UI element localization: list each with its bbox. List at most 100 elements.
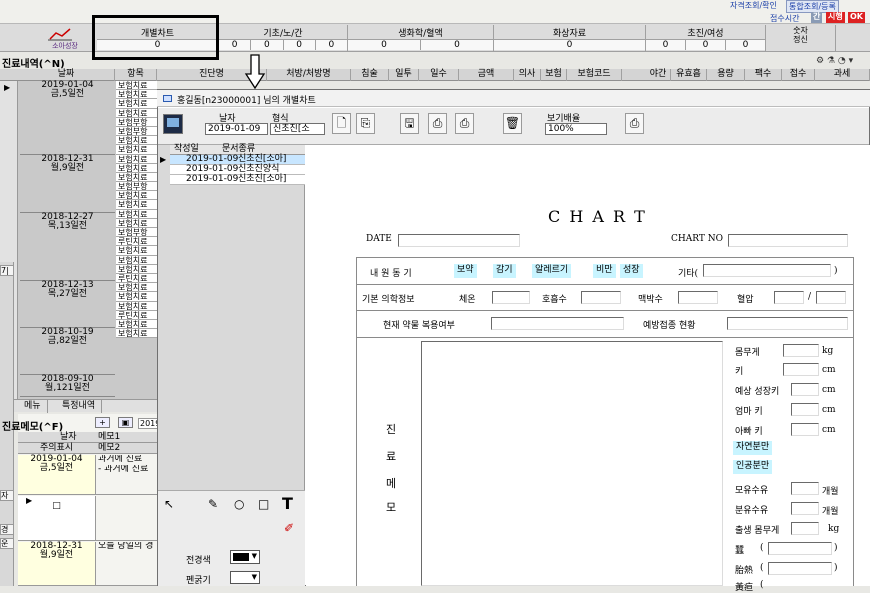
record-item[interactable]: 보험치료 — [116, 246, 157, 256]
cesarean-birth-chip[interactable]: 인공분만 — [733, 460, 773, 474]
edge-label[interactable]: 경 — [0, 524, 14, 535]
print-settings-icon[interactable]: ⎙ — [625, 113, 644, 134]
record-date-group[interactable]: 2018-12-13 목,27일전 — [20, 281, 115, 328]
r1-field[interactable] — [768, 542, 832, 555]
record-item[interactable]: 보험치료 — [116, 264, 157, 274]
records-toolbar-icons[interactable]: ⚙ ⚗ ◔ ▾ — [816, 56, 853, 66]
record-item[interactable]: 보험치료 — [116, 90, 157, 100]
new-document-icon[interactable]: 🗋 — [332, 113, 351, 134]
col-prescription[interactable]: 처방/처방명 — [267, 69, 351, 81]
col-packs[interactable]: 팩수 — [745, 69, 782, 81]
chip-cold[interactable]: 감기 — [493, 264, 516, 278]
col-amount[interactable]: 금액 — [459, 69, 514, 81]
mother-height-field[interactable] — [791, 403, 819, 416]
memo-row[interactable]: 2019-01-04 금,5일전 과거에 진료 - 과거에 진료 — [18, 455, 158, 495]
edge-label[interactable]: 운 — [0, 538, 14, 549]
record-item[interactable]: 보험부항 — [116, 182, 157, 192]
tab-firstvisit[interactable]: 초진/여성 0 0 0 — [646, 25, 766, 51]
date-select[interactable]: 2019-01-09 — [205, 123, 268, 135]
breastfeed-field[interactable] — [791, 482, 819, 495]
col-reception[interactable]: 접수 — [782, 69, 815, 81]
text-tool-icon[interactable]: T — [282, 494, 293, 513]
record-items-column[interactable]: 보험치료 보험치료 보험치료 보험치료 보험부항 보험부항 보험치료 보험치료 … — [116, 81, 157, 339]
record-item[interactable]: 보험치료 — [116, 172, 157, 183]
chart-window-titlebar[interactable]: 홍길동[n23000001] 님의 개별차트 — [157, 90, 870, 107]
record-item[interactable]: 루틴치료 — [116, 273, 157, 284]
col-acupuncture[interactable]: 침술 — [351, 69, 389, 81]
tab-images[interactable]: 화상자료 0 — [494, 25, 646, 51]
record-item[interactable]: 보험치료 — [116, 292, 157, 302]
record-item[interactable]: 루틴치료 — [116, 237, 157, 247]
tab-specific-records[interactable]: 특정내역 — [56, 400, 103, 413]
record-item[interactable]: 보험부항 — [116, 117, 157, 127]
record-item[interactable]: 보험치료 — [116, 255, 157, 265]
bp-systolic-field[interactable] — [774, 291, 804, 304]
col-valid[interactable]: 유효흡 — [671, 69, 707, 81]
record-item[interactable]: 보험치료 — [116, 319, 157, 330]
record-item[interactable]: 보험치료 — [116, 99, 157, 109]
col-daily[interactable]: 일투 — [389, 69, 419, 81]
formula-field[interactable] — [791, 502, 819, 515]
vaccination-field[interactable] — [727, 317, 848, 330]
birth-weight-field[interactable] — [791, 522, 819, 535]
record-date-group[interactable]: 2018-09-10 월,121일전 — [20, 375, 115, 397]
record-item[interactable]: 보험부항 — [116, 126, 157, 137]
eligibility-link[interactable]: 자격조회/확인 — [730, 0, 777, 11]
tab-number[interactable]: 숫자 정신 — [766, 25, 836, 51]
col-insurance[interactable]: 보험 — [541, 69, 567, 81]
height-field[interactable] — [783, 363, 819, 376]
records-grid[interactable]: ▶ 2019-01-04 금,5일전 2018-12-31 월,9일전 2018… — [0, 81, 157, 404]
record-item[interactable]: 보험치료 — [116, 154, 157, 164]
memo-add-icon[interactable]: + — [95, 417, 110, 428]
record-item[interactable]: 보험치료 — [116, 200, 157, 210]
chip-growth[interactable]: 성장 — [620, 264, 643, 278]
growth-logo[interactable]: 소아성장 — [40, 26, 90, 50]
record-item[interactable]: 보험부항 — [116, 228, 157, 238]
record-item[interactable]: 보험치료 — [116, 329, 157, 339]
col-dose[interactable]: 용량 — [707, 69, 745, 81]
record-item[interactable]: 보험치료 — [116, 191, 157, 201]
temp-field[interactable] — [492, 291, 530, 304]
record-date-group[interactable]: 2018-10-19 금,82일전 — [20, 328, 115, 375]
chip-allergy[interactable]: 알레르기 — [532, 264, 572, 278]
eraser-tool-icon[interactable]: ✐ — [284, 521, 294, 535]
record-item[interactable]: 보험치료 — [116, 108, 157, 118]
record-item[interactable]: 보험치료 — [116, 283, 157, 293]
predicted-height-field[interactable] — [791, 383, 819, 396]
col-night[interactable]: 야간 — [646, 69, 671, 81]
memo-textarea[interactable] — [421, 341, 723, 586]
save-icon[interactable]: 🖫 — [400, 113, 419, 134]
record-item[interactable]: 보험치료 — [116, 145, 157, 155]
record-date-group[interactable]: 2018-12-31 월,9일전 — [20, 155, 115, 213]
r2-field[interactable] — [768, 562, 832, 575]
chip-obesity[interactable]: 비만 — [593, 264, 616, 278]
record-item[interactable]: 보험치료 — [116, 136, 157, 146]
other-field[interactable] — [703, 264, 831, 277]
record-item[interactable]: 루틴치료 — [116, 310, 157, 320]
doclist-row[interactable]: 2019-01-09 신초진[소아] — [170, 175, 305, 185]
tag-ok[interactable]: OK — [848, 12, 865, 23]
chartno-field[interactable] — [728, 234, 848, 247]
record-item[interactable]: 보험치료 — [116, 301, 157, 311]
memo-image-icon[interactable]: ▣ — [118, 417, 133, 428]
col-insurance-code[interactable]: 보험코드 — [567, 69, 622, 81]
edge-label[interactable]: 7| — [0, 265, 14, 276]
ellipse-tool-icon[interactable]: ○ — [234, 497, 244, 511]
col-item[interactable]: 항목 — [115, 69, 157, 81]
memo-row[interactable]: □ — [18, 496, 158, 541]
lasso-tool-icon[interactable]: ✎ — [208, 497, 218, 511]
record-item[interactable]: 보험치료 — [116, 81, 157, 91]
father-height-field[interactable] — [791, 423, 819, 436]
edge-label[interactable]: 자 — [0, 490, 14, 501]
record-date-group[interactable]: 2018-12-27 목,13일전 — [20, 213, 115, 281]
monitor-icon[interactable] — [163, 114, 183, 134]
print-preview-icon[interactable]: ⎙ — [455, 113, 474, 134]
record-date-group[interactable]: 2019-01-04 금,5일전 — [20, 81, 115, 155]
record-item[interactable]: 보험치료 — [116, 218, 157, 228]
col-tax[interactable]: 과세 — [815, 69, 870, 81]
tab-biochem[interactable]: 생화학/혈액 0 0 — [348, 25, 494, 51]
zoom-select[interactable]: 100% — [545, 123, 607, 135]
pointer-tool-icon[interactable]: ↖ — [164, 497, 174, 511]
rect-tool-icon[interactable]: □ — [258, 497, 269, 511]
col-days[interactable]: 일수 — [419, 69, 459, 81]
